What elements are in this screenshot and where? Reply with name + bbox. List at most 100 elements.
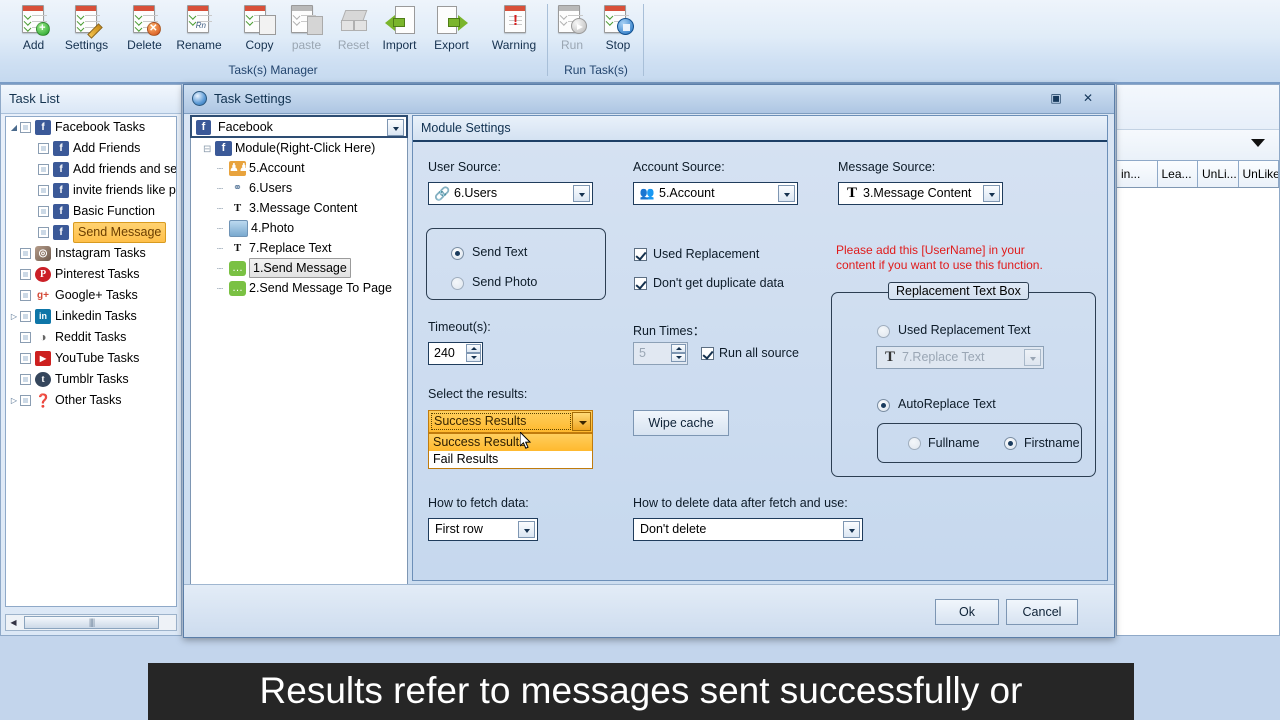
- task-checkbox[interactable]: [20, 311, 31, 323]
- chevron-down-icon[interactable]: [1251, 139, 1265, 147]
- chevron-down-icon[interactable]: [1024, 349, 1041, 366]
- used-replacement-text-radio[interactable]: [877, 325, 890, 338]
- task-list-item[interactable]: f Basic Function: [6, 201, 176, 222]
- task-checkbox[interactable]: [38, 185, 49, 197]
- task-checkbox[interactable]: [38, 206, 49, 218]
- task-checkbox[interactable]: [20, 332, 31, 344]
- delete-data-select[interactable]: Don't delete: [633, 518, 863, 541]
- module-settings-pane: Module Settings User Source: 🔗 6.Users A…: [412, 115, 1108, 581]
- module-tree-item[interactable]: ┈ … 2.Send Message To Page: [191, 278, 407, 298]
- stop-button[interactable]: Stop: [595, 2, 641, 58]
- wipe-cache-button[interactable]: Wipe cache: [633, 410, 729, 436]
- collapse-icon[interactable]: ⊟: [203, 140, 215, 160]
- module-tree-item[interactable]: ┈ T 7.Replace Text: [191, 238, 407, 258]
- no-duplicate-checkbox[interactable]: [634, 277, 647, 290]
- task-list-item[interactable]: ◑ Reddit Tasks: [6, 327, 176, 348]
- results-dropdown-option[interactable]: Success Results: [429, 434, 592, 451]
- expand-icon[interactable]: ▷: [8, 390, 20, 411]
- firstname-radio[interactable]: [1004, 437, 1017, 450]
- task-list-item[interactable]: P Pinterest Tasks: [6, 264, 176, 285]
- close-window-button[interactable]: ✕: [1078, 89, 1098, 107]
- scroll-left-arrow[interactable]: ◀: [6, 615, 21, 630]
- chevron-down-icon[interactable]: [518, 521, 535, 538]
- scroll-thumb[interactable]: ||||: [24, 616, 159, 629]
- chevron-down-icon[interactable]: [843, 521, 860, 538]
- task-list-item[interactable]: f Send Message: [6, 222, 176, 243]
- task-list-item[interactable]: f invite friends like p: [6, 180, 176, 201]
- grid-column-header[interactable]: in...: [1117, 161, 1158, 187]
- grid-column-header[interactable]: Lea...: [1157, 161, 1198, 187]
- run-times-decrement[interactable]: [671, 353, 686, 362]
- timeout-decrement[interactable]: [466, 353, 481, 362]
- expand-icon[interactable]: ▷: [8, 306, 20, 327]
- task-list-item[interactable]: ◢ f Facebook Tasks: [6, 117, 176, 138]
- timeout-spin-buttons[interactable]: [466, 344, 481, 363]
- platform-combobox[interactable]: f Facebook: [190, 115, 408, 138]
- task-checkbox[interactable]: [20, 374, 31, 386]
- send-text-radio[interactable]: [451, 247, 464, 260]
- account-source-select[interactable]: 👥 5.Account: [633, 182, 798, 205]
- chevron-down-icon[interactable]: [778, 185, 795, 202]
- run-times-spin-buttons[interactable]: [671, 344, 686, 363]
- export-button[interactable]: Export: [420, 2, 483, 58]
- task-checkbox[interactable]: [38, 164, 49, 176]
- task-list-item[interactable]: f Add Friends: [6, 138, 176, 159]
- send-photo-radio[interactable]: [451, 277, 464, 290]
- task-checkbox[interactable]: [20, 353, 31, 365]
- rename-button[interactable]: Rn Rename: [168, 2, 230, 58]
- settings-button[interactable]: Settings: [55, 2, 118, 58]
- task-checkbox[interactable]: [20, 290, 31, 302]
- results-combobox-field[interactable]: Success Results: [428, 410, 593, 433]
- task-checkbox[interactable]: [20, 248, 31, 260]
- fetch-data-select[interactable]: First row: [428, 518, 538, 541]
- run-all-source-checkbox[interactable]: [701, 347, 714, 360]
- autoreplace-radio[interactable]: [877, 399, 890, 412]
- run-times-increment[interactable]: [671, 344, 686, 353]
- task-list-item[interactable]: f Add friends and se: [6, 159, 176, 180]
- chevron-down-icon[interactable]: [572, 412, 591, 431]
- run-times-stepper[interactable]: 5: [633, 342, 688, 365]
- chevron-down-icon[interactable]: [387, 119, 404, 136]
- results-dropdown-option[interactable]: Fail Results: [429, 451, 592, 468]
- module-tree-item[interactable]: ┈ 4.Photo: [191, 218, 407, 238]
- chevron-down-icon[interactable]: [573, 185, 590, 202]
- task-list-tree[interactable]: ◢ f Facebook Tasks f Add Friends f Add friends…: [5, 116, 177, 607]
- task-list-item[interactable]: ▶ YouTube Tasks: [6, 348, 176, 369]
- grid-column-header[interactable]: UnLike...: [1238, 161, 1279, 187]
- delete-button[interactable]: ✕ Delete: [113, 2, 176, 58]
- replace-text-select[interactable]: T 7.Replace Text: [876, 346, 1044, 369]
- task-list-hscrollbar[interactable]: ◀ ||||: [5, 614, 177, 631]
- task-checkbox[interactable]: [20, 269, 31, 281]
- task-checkbox[interactable]: [20, 122, 31, 134]
- warning-button[interactable]: ! Warning: [480, 2, 548, 58]
- cancel-button[interactable]: Cancel: [1006, 599, 1078, 625]
- module-tree-item[interactable]: ┈ ♟♟5.Account: [191, 158, 407, 178]
- run-button[interactable]: Run: [550, 2, 594, 58]
- task-list-item[interactable]: g+ Google+ Tasks: [6, 285, 176, 306]
- collapse-icon[interactable]: ◢: [8, 117, 20, 138]
- task-list-item[interactable]: ◎ Instagram Tasks: [6, 243, 176, 264]
- used-replacement-checkbox[interactable]: [634, 248, 647, 261]
- timeout-stepper[interactable]: 240: [428, 342, 483, 365]
- ok-button[interactable]: Ok: [935, 599, 999, 625]
- fullname-radio[interactable]: [908, 437, 921, 450]
- message-source-select[interactable]: T 3.Message Content: [838, 182, 1003, 205]
- user-source-select[interactable]: 🔗 6.Users: [428, 182, 593, 205]
- task-list-item[interactable]: t Tumblr Tasks: [6, 369, 176, 390]
- task-checkbox[interactable]: [38, 227, 49, 239]
- module-tree-item[interactable]: ┈ … 1.Send Message: [191, 258, 407, 278]
- task-list-item[interactable]: ▷ in Linkedin Tasks: [6, 306, 176, 327]
- task-checkbox[interactable]: [38, 143, 49, 155]
- module-tree[interactable]: ⊟fModule(Right-Click Here) ┈ ♟♟5.Account ┈ ⚭…: [190, 138, 408, 585]
- module-tree-item[interactable]: ⊟ f Module(Right-Click Here): [191, 138, 407, 158]
- restore-window-button[interactable]: ▣: [1046, 89, 1066, 107]
- module-tree-item[interactable]: ┈ ⚭ 6.Users: [191, 178, 407, 198]
- chevron-down-icon[interactable]: [983, 185, 1000, 202]
- timeout-increment[interactable]: [466, 344, 481, 353]
- grid-filter-row[interactable]: [1117, 130, 1279, 161]
- results-dropdown-list[interactable]: Success Results Fail Results: [428, 433, 593, 469]
- module-tree-item[interactable]: ┈ T 3.Message Content: [191, 198, 407, 218]
- grid-column-header[interactable]: UnLi...: [1198, 161, 1239, 187]
- task-list-item[interactable]: ▷ ❓ Other Tasks: [6, 390, 176, 411]
- task-checkbox[interactable]: [20, 395, 31, 407]
